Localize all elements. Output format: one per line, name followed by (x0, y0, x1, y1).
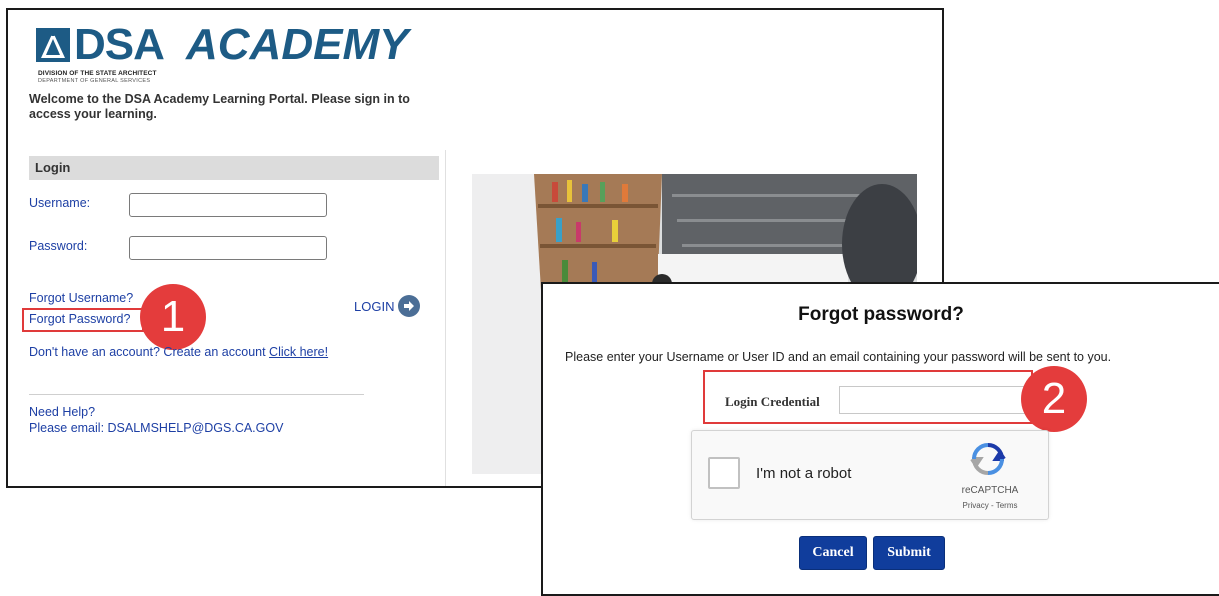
cancel-button[interactable]: Cancel (799, 536, 867, 570)
recaptcha-checkbox[interactable] (708, 457, 740, 489)
logo-academy-text: ACADEMY (186, 20, 409, 69)
no-account-text: Don't have an account? Create an account (29, 345, 270, 359)
login-credential-highlight: Login Credential (703, 370, 1033, 424)
vertical-divider (445, 150, 446, 486)
login-credential-label: Login Credential (725, 394, 820, 409)
logo-subtitle-division: DIVISION OF THE STATE ARCHITECT (38, 70, 157, 77)
username-input[interactable] (129, 193, 327, 217)
password-label: Password: (29, 239, 88, 253)
username-label: Username: (29, 196, 91, 210)
login-button-label: LOGIN (354, 298, 395, 314)
help-email-text: Please email: DSALMSHELP@DGS.CA.GOV (29, 421, 284, 435)
need-help-text: Need Help? (29, 405, 96, 419)
login-credential-input[interactable] (839, 386, 1025, 414)
click-here-link[interactable]: Click here! (269, 345, 328, 359)
submit-button[interactable]: Submit (873, 536, 945, 570)
recaptcha-widget: I'm not a robot reCAPTCHA Privacy - Term… (691, 430, 1049, 520)
forgot-password-highlight (22, 308, 144, 332)
recaptcha-icon (970, 443, 1006, 475)
dialog-title: Forgot password? (798, 304, 964, 325)
recaptcha-terms-link[interactable]: Privacy - Terms (956, 501, 1024, 510)
login-panel-header: Login (29, 156, 439, 180)
step-1-badge: 1 (140, 284, 206, 350)
arrow-right-circle-icon (398, 295, 421, 317)
forgot-password-dialog: Forgot password? Please enter your Usern… (541, 282, 1219, 596)
login-button[interactable]: LOGIN (354, 294, 421, 318)
password-input[interactable] (129, 236, 327, 260)
logo-subtitle-department: DEPARTMENT OF GENERAL SERVICES (38, 78, 151, 84)
welcome-text: Welcome to the DSA Academy Learning Port… (29, 92, 410, 121)
forgot-username-link[interactable]: Forgot Username? (29, 291, 133, 305)
recaptcha-brand: reCAPTCHA (961, 485, 1019, 496)
divider (29, 394, 364, 395)
login-panel-title: Login (35, 160, 71, 175)
compass-triangle-icon (36, 28, 70, 62)
recaptcha-label: I'm not a robot (756, 465, 852, 482)
dsa-academy-logo: DSA ACADEMY DIVISION OF THE STATE ARCHIT… (36, 20, 416, 90)
create-account-text: Don't have an account? Create an account… (29, 345, 328, 359)
step-2-badge: 2 (1021, 366, 1087, 432)
dialog-instructions: Please enter your Username or User ID an… (565, 350, 1112, 364)
logo-dsa-text: DSA (74, 20, 165, 69)
